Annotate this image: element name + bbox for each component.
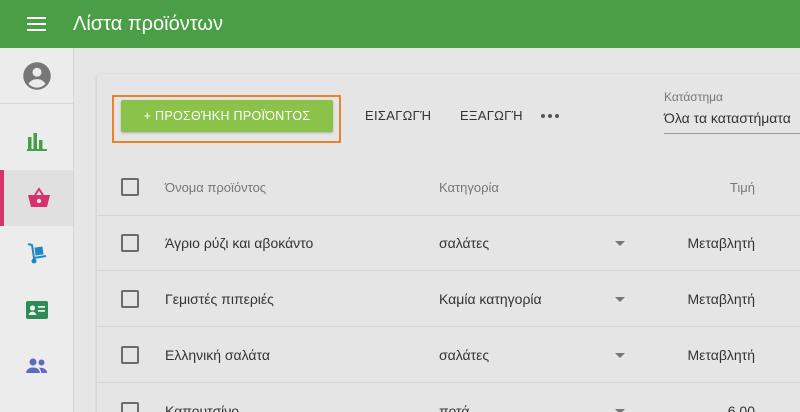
app-bar: Λίστα προϊόντων (0, 0, 800, 48)
product-category[interactable]: Καμία κατηγορία (439, 291, 542, 307)
row-checkbox[interactable] (121, 290, 139, 308)
column-header-category[interactable]: Κατηγορία (439, 180, 499, 195)
row-checkbox[interactable] (121, 346, 139, 364)
sidebar-item-customers[interactable] (0, 282, 73, 338)
product-price: Μεταβλητή (687, 347, 755, 363)
product-name[interactable]: Καπουτσίνο (165, 403, 239, 412)
product-price: Μεταβλητή (687, 291, 755, 307)
product-name[interactable]: Γεμιστές πιπεριές (165, 291, 274, 307)
row-checkbox[interactable] (121, 402, 139, 412)
select-all-checkbox[interactable] (121, 178, 139, 196)
product-price: Μεταβλητή (687, 235, 755, 251)
basket-icon (27, 187, 50, 207)
product-name[interactable]: Ελληνική σαλάτα (165, 347, 270, 363)
page-title: Λίστα προϊόντων (73, 13, 223, 35)
column-header-name[interactable]: Όνομα προϊόντος (165, 180, 266, 195)
row-divider (97, 270, 800, 271)
row-checkbox[interactable] (121, 234, 139, 252)
export-button[interactable]: ΕΞΑΓΩΓΉ (460, 108, 523, 123)
account-circle-icon (22, 61, 51, 90)
row-divider (97, 326, 800, 327)
store-filter-select[interactable]: Όλα τα καταστήματα (664, 110, 791, 126)
category-dropdown-icon[interactable] (615, 297, 625, 302)
menu-icon[interactable] (27, 17, 46, 31)
store-filter-underline (664, 133, 800, 134)
store-filter-label: Κατάστημα (664, 90, 723, 104)
product-category[interactable]: σαλάτες (439, 347, 489, 363)
bar-chart-icon (26, 133, 47, 151)
sidebar-item-account[interactable] (0, 48, 73, 104)
hand-truck-icon (27, 243, 46, 264)
sidebar-item-products[interactable] (0, 170, 73, 226)
sidebar-item-inventory[interactable] (0, 226, 73, 282)
sidebar-item-reports[interactable] (0, 113, 73, 169)
product-price: 6,00 (727, 403, 755, 412)
column-header-price[interactable]: Τιμή (730, 180, 755, 195)
category-dropdown-icon[interactable] (615, 241, 625, 246)
category-dropdown-icon[interactable] (615, 353, 625, 358)
product-name[interactable]: Άγριο ρύζι και αβοκάντο (165, 235, 313, 251)
sidebar-item-employees[interactable] (0, 338, 73, 394)
id-card-icon (25, 301, 48, 319)
product-category[interactable]: σαλάτες (439, 235, 489, 251)
sidebar (0, 48, 74, 412)
product-category[interactable]: ποτά (439, 403, 469, 412)
header-divider (97, 215, 800, 216)
add-product-button[interactable]: + ΠΡΟΣΘΉΚΗ ΠΡΟΪΌΝΤΟΣ (121, 100, 333, 132)
row-divider (97, 382, 800, 383)
import-button[interactable]: ΕΙΣΑΓΩΓΉ (365, 108, 431, 123)
people-icon (25, 358, 47, 373)
more-horizontal-icon[interactable] (541, 111, 561, 121)
